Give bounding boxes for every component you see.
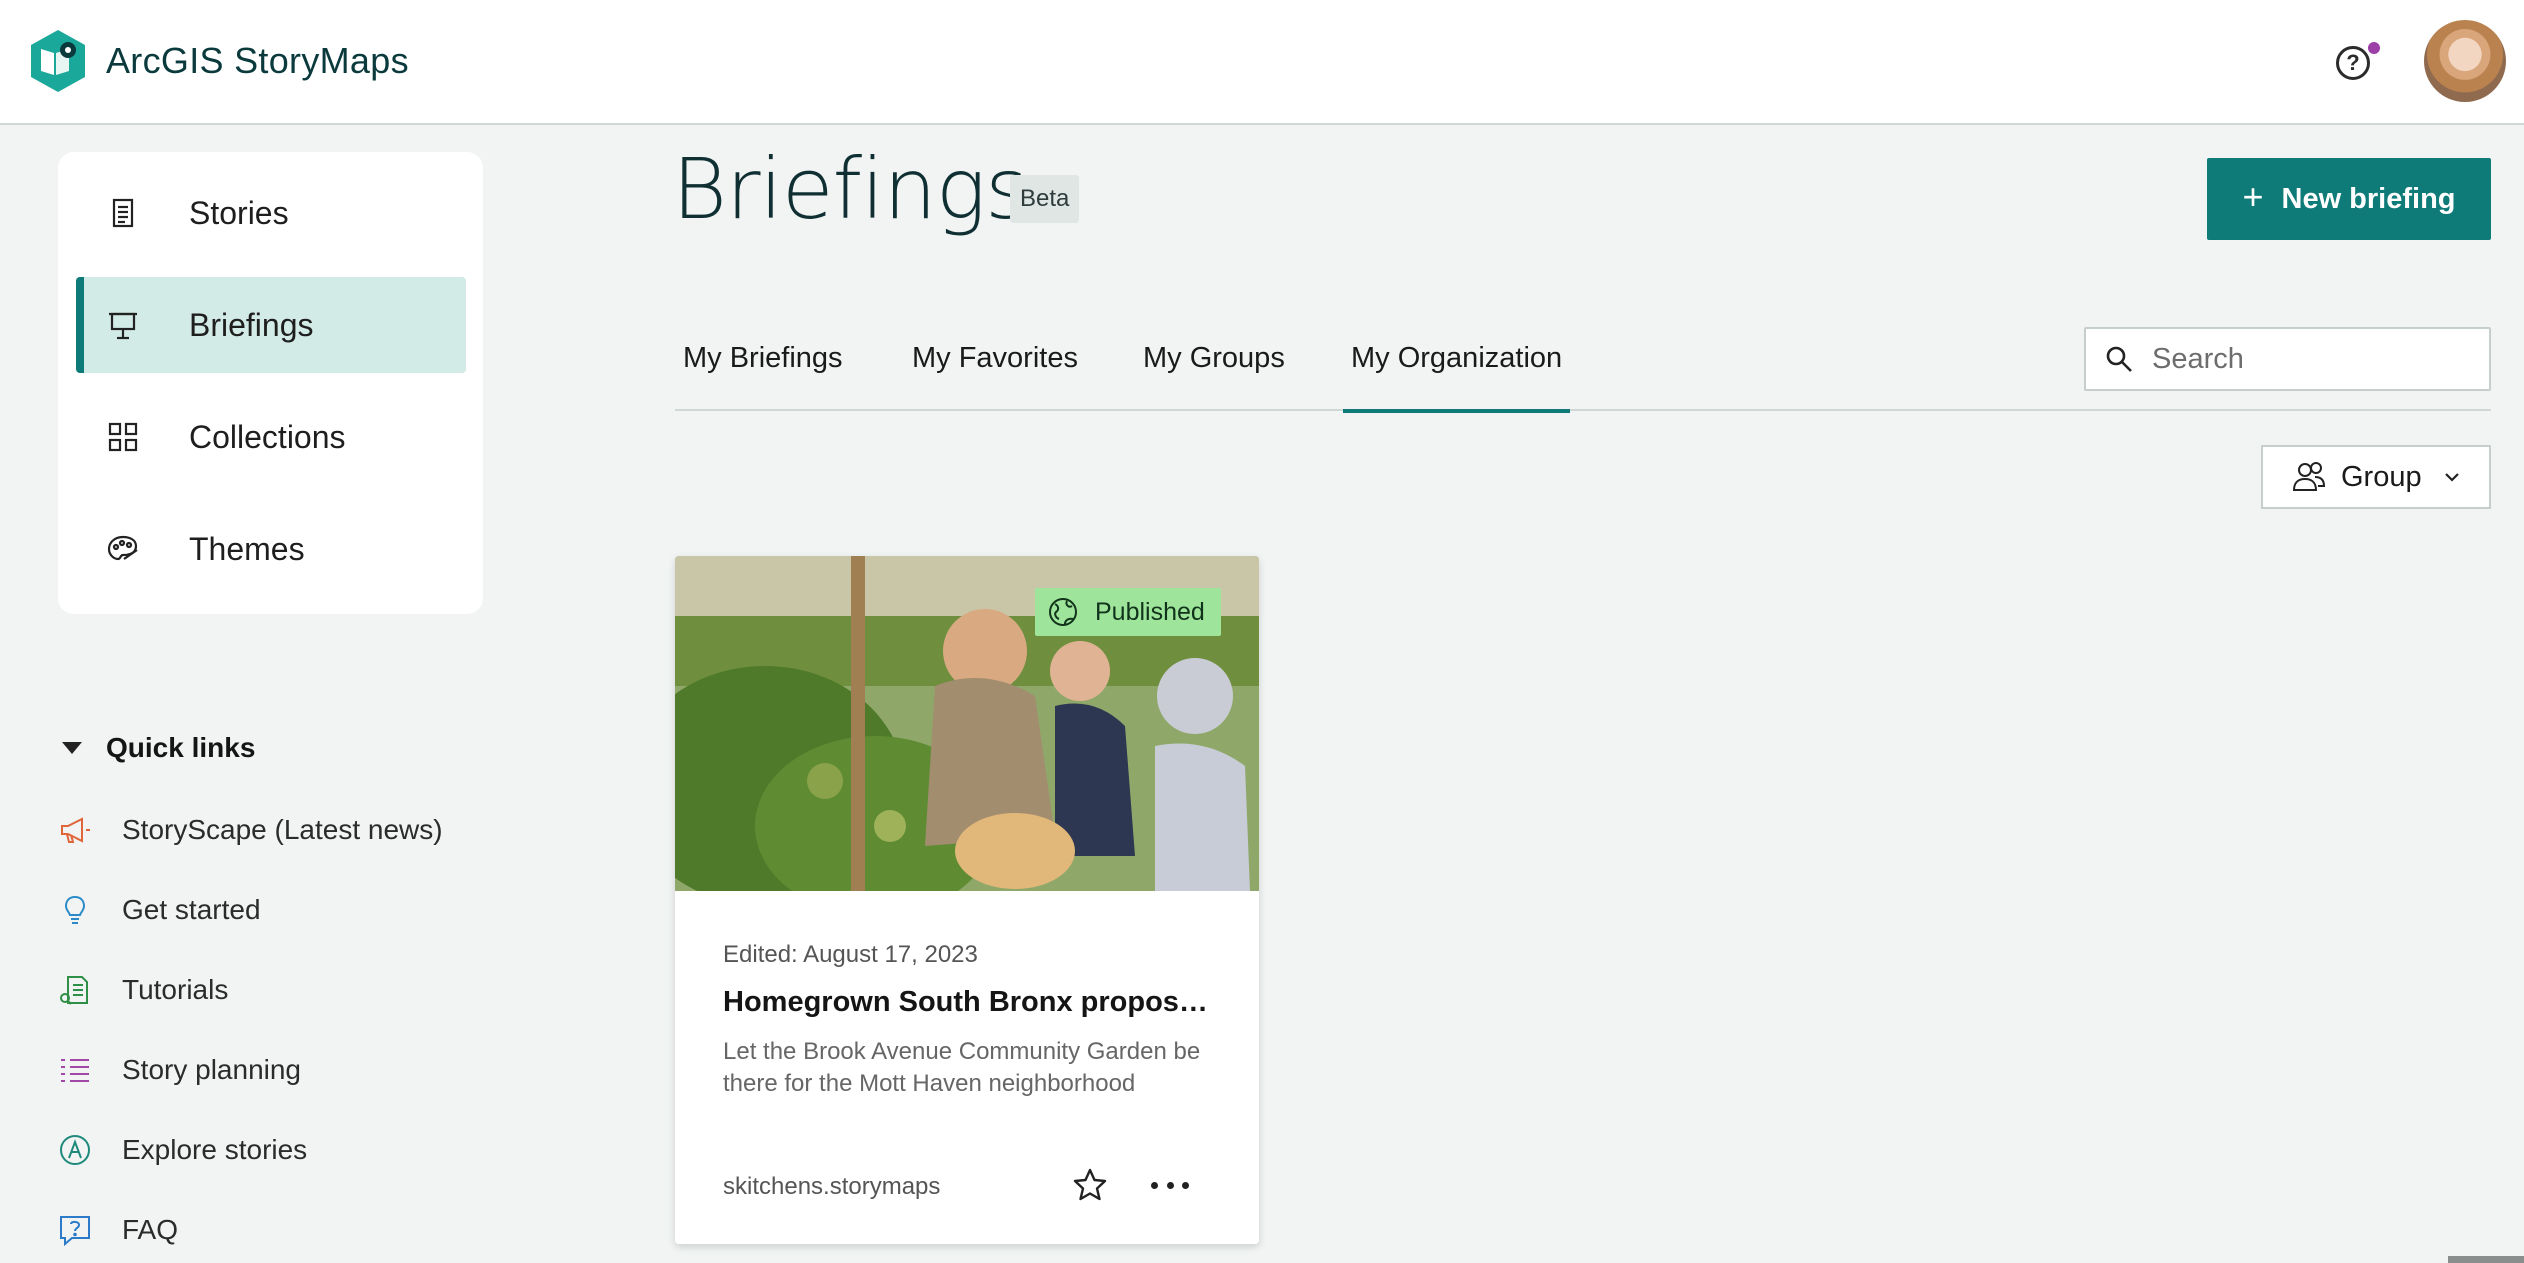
sidebar-item-label: Briefings: [189, 306, 314, 343]
sidebar-item-stories[interactable]: Stories: [76, 165, 466, 261]
quick-link-explore-stories[interactable]: Explore stories: [58, 1125, 307, 1175]
search-icon: [2106, 346, 2132, 372]
app-name: ArcGIS StoryMaps: [106, 40, 409, 81]
briefing-card[interactable]: Published Edited: August 17, 2023 Homegr…: [675, 556, 1259, 1244]
list-icon: [61, 1059, 89, 1082]
globe-icon: [1049, 598, 1077, 626]
scrollbar[interactable]: [2448, 1256, 2524, 1263]
sidebar-item-label: Stories: [189, 194, 289, 231]
grid-icon: [108, 422, 138, 452]
quick-link-storyscape[interactable]: StoryScape (Latest news): [58, 805, 443, 855]
sidebar-nav: Stories Briefings Collections Themes: [58, 152, 483, 614]
group-icon: [2292, 462, 2326, 491]
chevron-down-icon: [2444, 473, 2459, 482]
lightbulb-icon: [64, 895, 86, 924]
sidebar-item-label: Themes: [189, 530, 305, 567]
quick-link-get-started[interactable]: Get started: [58, 885, 261, 935]
card-owner: skitchens.storymaps: [723, 1173, 941, 1200]
storymaps-logo-icon: [31, 30, 85, 92]
presentation-icon: [109, 312, 137, 340]
faq-icon: [60, 1216, 90, 1247]
sidebar-item-collections[interactable]: Collections: [76, 389, 466, 485]
group-filter-dropdown[interactable]: Group: [2261, 445, 2491, 509]
search-box[interactable]: [2084, 327, 2491, 391]
help-icon[interactable]: ?: [2336, 46, 2370, 80]
notification-dot: [2366, 40, 2382, 56]
card-description: Let the Brook Avenue Community Garden be…: [723, 1038, 1201, 1097]
caret-down-icon: [62, 742, 82, 754]
tab-my-organization[interactable]: My Organization: [1342, 336, 1571, 413]
megaphone-icon: [61, 817, 90, 843]
sidebar-item-themes[interactable]: Themes: [76, 501, 466, 597]
sidebar-item-label: Collections: [189, 418, 346, 455]
more-options-icon[interactable]: [1151, 1168, 1189, 1202]
quick-link-faq[interactable]: FAQ: [58, 1205, 178, 1255]
quick-links-title: Quick links: [106, 732, 256, 763]
edited-date: Edited: August 17, 2023: [723, 941, 978, 968]
quick-link-tutorials[interactable]: Tutorials: [58, 965, 228, 1015]
page-title: Briefings: [672, 140, 1029, 238]
quick-link-story-planning[interactable]: Story planning: [58, 1045, 301, 1095]
tab-my-briefings[interactable]: My Briefings: [683, 336, 843, 411]
new-briefing-label: New briefing: [2281, 182, 2456, 215]
document-icon: [112, 198, 134, 228]
palette-icon: [107, 535, 138, 561]
top-bar: ArcGIS StoryMaps ?: [0, 0, 2524, 125]
tutorial-icon: [60, 976, 88, 1005]
avatar[interactable]: [2424, 20, 2506, 102]
plus-icon: +: [2242, 176, 2264, 217]
tab-my-groups[interactable]: My Groups: [1143, 336, 1285, 411]
tab-my-favorites[interactable]: My Favorites: [912, 336, 1078, 411]
status-label: Published: [1095, 597, 1205, 626]
published-badge: Published: [1035, 588, 1221, 636]
app-brand[interactable]: ArcGIS StoryMaps: [28, 28, 409, 94]
new-briefing-button[interactable]: + New briefing: [2207, 158, 2491, 240]
sidebar-item-briefings[interactable]: Briefings: [76, 277, 466, 373]
star-icon[interactable]: [1071, 1166, 1109, 1204]
explore-icon: [60, 1135, 90, 1165]
card-title[interactable]: Homegrown South Bronx propos…: [723, 986, 1223, 1019]
beta-badge: Beta: [1010, 175, 1080, 223]
quick-links-toggle[interactable]: Quick links: [62, 732, 255, 764]
search-input[interactable]: [2152, 342, 2472, 376]
group-filter-label: Group: [2341, 460, 2422, 493]
